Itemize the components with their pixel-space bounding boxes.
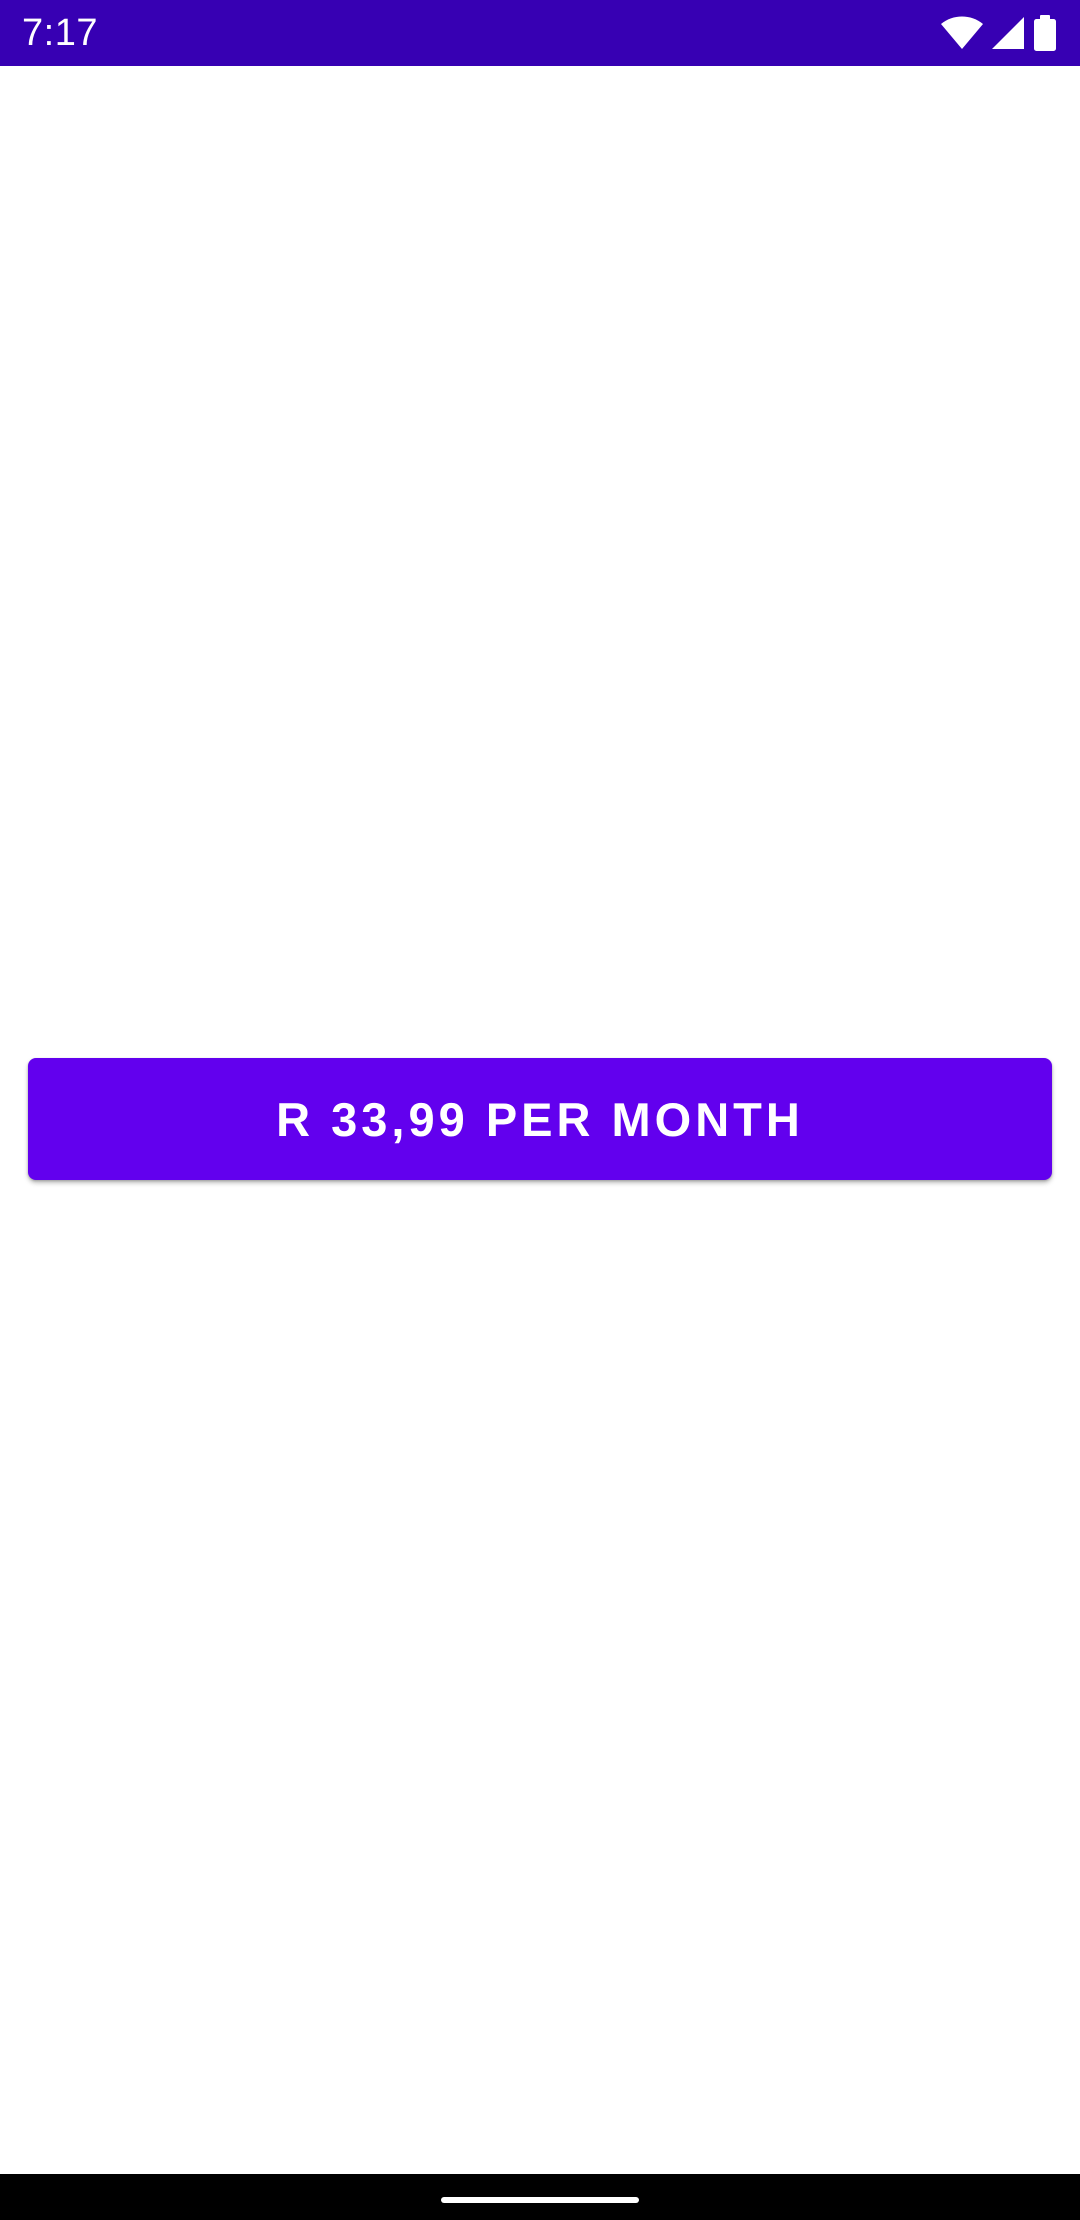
battery-icon bbox=[1032, 14, 1058, 52]
cellular-signal-icon bbox=[990, 15, 1026, 51]
subscribe-price-button[interactable]: R 33,99 PER MONTH bbox=[28, 1058, 1052, 1180]
status-bar: 7:17 bbox=[0, 0, 1080, 66]
main-content: R 33,99 PER MONTH bbox=[0, 66, 1080, 2174]
status-icons bbox=[940, 0, 1058, 66]
navigation-bar bbox=[0, 2174, 1080, 2220]
status-time: 7:17 bbox=[22, 12, 98, 54]
wifi-icon bbox=[940, 15, 984, 51]
home-gesture-handle[interactable] bbox=[441, 2197, 639, 2203]
